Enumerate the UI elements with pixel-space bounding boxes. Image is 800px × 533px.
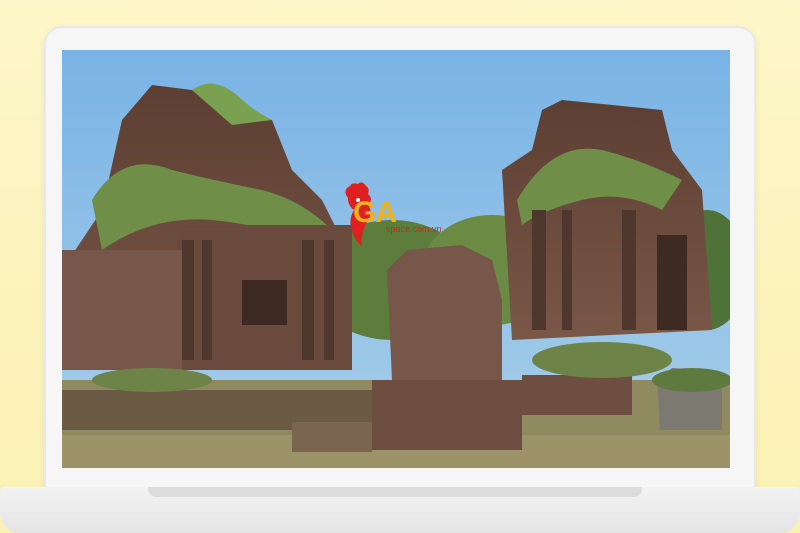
logo-subtitle: space.com.vn xyxy=(386,224,442,234)
temple-ruins-photo xyxy=(62,50,730,468)
laptop-notch xyxy=(148,487,642,497)
laptop-screen xyxy=(62,50,730,468)
